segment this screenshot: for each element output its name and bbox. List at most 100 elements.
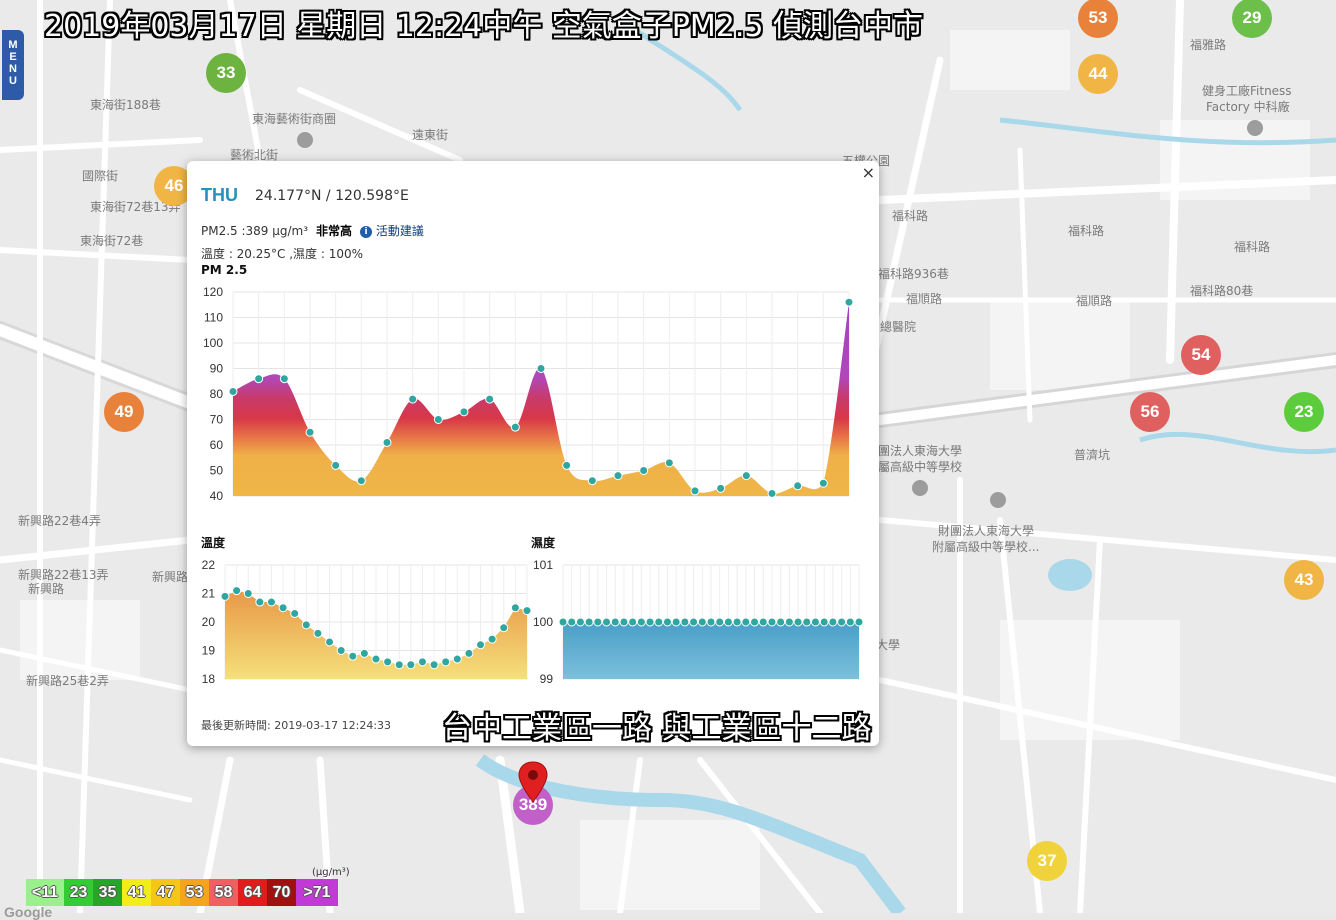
map-label: 遠東街: [412, 128, 449, 142]
pm25-reading: PM2.5 :389 μg/m³ 非常高 i 活動建議: [201, 222, 424, 239]
data-point: [593, 617, 603, 627]
close-icon[interactable]: ×: [862, 163, 875, 182]
sensor-marker[interactable]: 56: [1130, 392, 1170, 432]
sensor-marker[interactable]: 54: [1181, 335, 1221, 375]
sensor-marker[interactable]: 49: [104, 392, 144, 432]
data-point: [716, 483, 726, 493]
map-label: 福順路: [906, 292, 943, 306]
data-point: [619, 617, 629, 627]
y-tick-label: 101: [533, 558, 553, 572]
legend-cell: 41: [122, 879, 151, 906]
activity-advice-link[interactable]: i 活動建議: [360, 224, 424, 238]
data-point: [408, 394, 418, 404]
data-point: [325, 637, 335, 647]
sensor-marker[interactable]: 44: [1078, 54, 1118, 94]
data-point: [485, 394, 495, 404]
data-point: [723, 617, 733, 627]
location-caption: 台中工業區一路 與工業區十二路: [442, 711, 872, 746]
x-tick-label: 04: [637, 505, 651, 506]
last-updated: 最後更新時間: 2019-03-17 12:24:33: [201, 719, 392, 732]
y-tick-label: 60: [210, 438, 224, 452]
map-label: 福科路: [892, 209, 929, 223]
sensor-marker[interactable]: 43: [1284, 560, 1324, 600]
x-tick-label: 08: [740, 505, 754, 506]
station-popup: × THU 24.177°N / 120.598°E PM2.5 :389 μg…: [187, 161, 879, 746]
data-point: [232, 586, 242, 596]
humidity-chart: 99 100 101: [533, 558, 863, 686]
data-point: [837, 617, 847, 627]
legend-unit: (μg/m³): [312, 867, 350, 878]
map-label: 福順路: [1076, 294, 1113, 308]
y-tick-label: 120: [203, 285, 223, 299]
data-point: [394, 660, 404, 670]
data-point: [680, 617, 690, 627]
data-point: [628, 617, 638, 627]
data-point: [562, 460, 572, 470]
data-point: [313, 628, 323, 638]
data-point: [767, 488, 777, 498]
map-label: 東海街72巷: [80, 234, 144, 248]
data-point: [758, 617, 768, 627]
map-label: 新興路22巷13弄: [18, 568, 109, 582]
x-tick-label: 16: [329, 505, 343, 506]
data-point: [671, 617, 681, 627]
x-tick-label: 12: [842, 505, 856, 506]
y-tick-label: 80: [210, 387, 224, 401]
data-point: [382, 437, 392, 447]
data-point: [359, 648, 369, 658]
data-point: [383, 657, 393, 667]
pm25-level: 非常高: [316, 224, 353, 238]
data-point: [510, 422, 520, 432]
data-point: [690, 486, 700, 496]
data-point: [750, 617, 760, 627]
map-label: 福科路: [1234, 240, 1271, 254]
data-point: [828, 617, 838, 627]
pm25-value: PM2.5 :389 μg/m³: [201, 224, 309, 238]
y-tick-label: 40: [210, 489, 224, 503]
data-point: [433, 415, 443, 424]
map-label: 健身工廠Fitness: [1202, 84, 1292, 98]
data-point: [819, 617, 829, 627]
data-point: [654, 617, 664, 627]
y-tick-label: 100: [533, 615, 553, 629]
sensor-marker[interactable]: 23: [1284, 392, 1324, 432]
data-point: [584, 617, 594, 627]
humidity-area: [563, 622, 859, 679]
sensor-marker[interactable]: 33: [206, 53, 246, 93]
station-code: THU: [201, 185, 238, 205]
data-point: [732, 617, 742, 627]
legend-cell: 58: [209, 879, 238, 906]
y-tick-label: 99: [540, 672, 554, 686]
map-label: 福科路80巷: [1190, 284, 1254, 298]
pm25-chart-title: PM 2.5: [201, 263, 248, 277]
data-point: [452, 654, 462, 664]
temperature-humidity: 溫度 : 20.25°C ,濕度 : 100%: [201, 247, 364, 261]
data-point: [336, 646, 346, 655]
y-tick-label: 19: [202, 644, 216, 658]
data-point: [301, 620, 311, 630]
data-point: [567, 617, 577, 627]
location-pin-icon[interactable]: [513, 760, 553, 804]
data-point: [558, 617, 568, 627]
map-label: 新興路22巷4弄: [18, 514, 101, 528]
data-point: [266, 597, 276, 607]
data-point: [254, 374, 264, 384]
map-label: 總醫院: [880, 320, 917, 334]
legend-cell: >71: [296, 879, 338, 906]
data-point: [290, 608, 300, 618]
y-tick-label: 20: [202, 615, 216, 629]
map-label: 團法人東海大學: [878, 444, 963, 458]
data-point: [810, 617, 820, 627]
map-label: 新興路25巷2弄: [26, 674, 109, 688]
data-point: [639, 466, 649, 475]
data-point: [348, 651, 358, 661]
sensor-marker[interactable]: 37: [1027, 841, 1067, 881]
menu-button[interactable]: MENU: [2, 30, 24, 100]
legend-cell: 70: [267, 879, 296, 906]
map-label: 新興路: [152, 570, 189, 584]
data-point: [536, 364, 546, 373]
map-label: 東海藝術街商圈: [252, 112, 337, 126]
data-point: [441, 657, 451, 667]
map-label: 福雅路: [1190, 38, 1227, 52]
map-label: 福科路936巷: [878, 267, 949, 281]
